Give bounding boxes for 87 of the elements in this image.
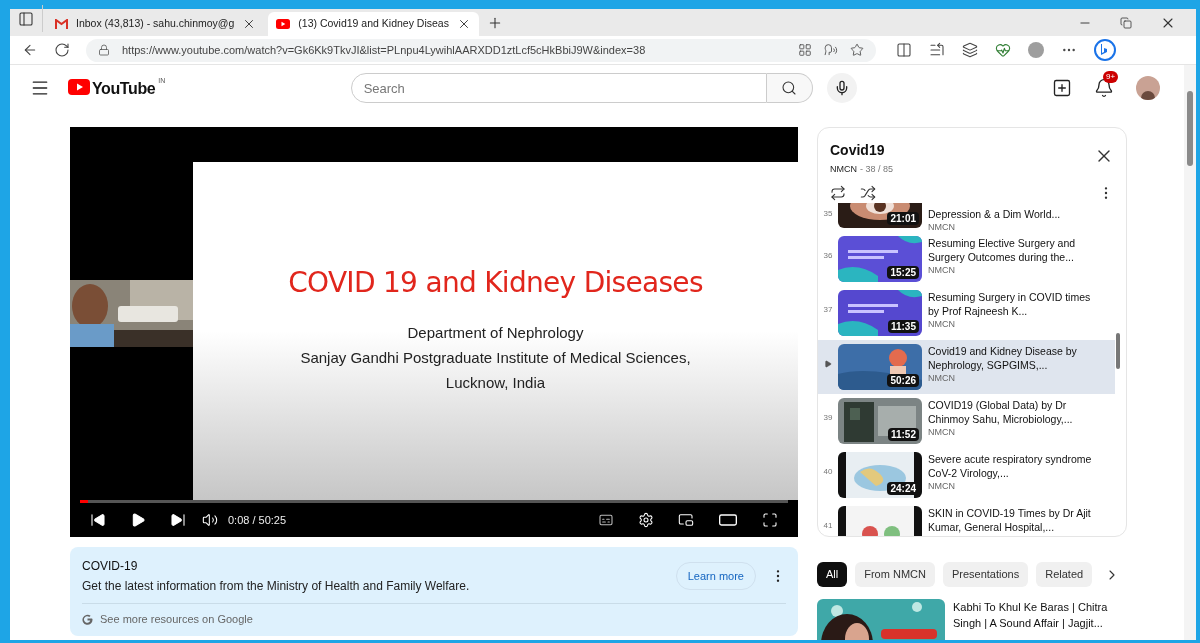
item-number: 35 — [823, 207, 833, 220]
channel-name: NMCN — [928, 479, 956, 493]
slide-text: Sanjay Gandhi Postgraduate Institute of Medical Sciences, — [300, 348, 691, 368]
scrollbar-thumb[interactable] — [1187, 91, 1193, 166]
settings-icon[interactable] — [638, 512, 654, 528]
search-icon — [781, 80, 798, 96]
avatar[interactable] — [1136, 76, 1160, 100]
back-icon[interactable] — [22, 42, 38, 58]
slide-text: Department of Nephrology — [407, 323, 584, 343]
playlist-item[interactable]: 36 15:25 Resuming Elective Surgery and Surgery Outcomes during the... NMCN — [818, 231, 1115, 286]
channel-name: NMCN — [928, 263, 956, 277]
resources-link[interactable]: See more resources on Google — [100, 611, 253, 628]
create-icon[interactable] — [1052, 78, 1072, 98]
item-number: 40 — [823, 465, 833, 478]
address-field[interactable]: https://www.youtube.com/watch?v=Gk6Kk9TkvJI&list=PLnpu4LywihlAARXDD1ztLcf5cHkBbiJ9W&index=38 — [86, 38, 876, 62]
scrollbar-thumb[interactable] — [1116, 332, 1120, 369]
favorite-star-icon[interactable] — [850, 43, 864, 57]
apps-icon[interactable] — [798, 43, 812, 57]
video-title: Severe acute respiratory syndrome CoV-2 Virology,... — [928, 451, 1093, 480]
panel-text: Get the latest information from the Ministry of Health and Family Welfare. — [82, 578, 471, 595]
copilot-icon[interactable] — [1094, 39, 1116, 61]
playlist-channel[interactable]: NMCN — [830, 163, 857, 177]
filter-chip[interactable]: From NMCN — [855, 562, 935, 587]
url-text: https://www.youtube.com/watch?v=Gk6Kk9TkvJI&list=PLnpu4LywihlAARXDD1ztLcf5cHkBbiJ9W&index=38 — [122, 42, 646, 58]
playlist-item[interactable]: 35 21:01 Depression & a Dim World... NMCN — [818, 202, 1115, 232]
play-logo-icon — [276, 19, 291, 29]
channel-name: NMCN — [928, 425, 956, 439]
shuffle-icon[interactable] — [860, 184, 876, 201]
progress-track[interactable] — [80, 500, 788, 503]
miniplayer-icon[interactable] — [678, 512, 694, 528]
favorites-icon[interactable] — [929, 42, 945, 58]
lock-icon — [98, 44, 110, 56]
video-title: SKIN in COVID-19 Times by Dr Ajit Kumar, General Hospital,... — [928, 505, 1092, 534]
voice-search-button[interactable] — [826, 73, 857, 103]
slide-text: Lucknow, India — [445, 373, 546, 393]
filter-chip[interactable]: All — [817, 562, 848, 587]
notification-count: 9+ — [1103, 71, 1119, 83]
item-number: 36 — [823, 249, 833, 262]
playing-icon — [824, 359, 832, 368]
browser-tab[interactable]: (13) Covid19 and Kidney Diseas — [268, 12, 479, 36]
search-field[interactable]: Search — [350, 73, 767, 103]
health-icon[interactable] — [995, 42, 1011, 58]
slide-title: COVID 19 and Kidney Diseases — [288, 266, 703, 300]
refresh-icon[interactable] — [54, 42, 70, 58]
channel-name: NMCN — [928, 220, 956, 234]
google-icon — [82, 613, 93, 625]
playlist-position: - 38 / 85 — [860, 163, 894, 176]
playlist-item[interactable]: 37 11:35 Resuming Surgery in COVID times by Prof Rajneesh K... NMCN — [818, 285, 1115, 340]
playlist-item[interactable]: 40 24:24 Severe acute respiratory syndrome CoV-2 Virology,... NMCN — [818, 447, 1115, 502]
item-number: 37 — [823, 303, 833, 316]
filter-chip[interactable]: Related — [1036, 562, 1093, 587]
play-icon[interactable] — [130, 512, 146, 528]
volume-icon[interactable] — [202, 512, 218, 528]
captions-icon[interactable] — [598, 512, 614, 528]
tab-actions-icon[interactable] — [18, 10, 34, 27]
tab-title: Inbox (43,813) - sahu.chinmoy@g — [76, 16, 235, 32]
panel-title: COVID-19 — [82, 558, 139, 575]
video-title: Depression & a Dim World... — [928, 206, 1062, 221]
search-button[interactable] — [766, 73, 813, 103]
item-number: 41 — [823, 519, 833, 532]
split-screen-icon[interactable] — [896, 42, 912, 58]
video-title: Covid19 and Kidney Disease by Nephrology, SGPGIMS,... — [928, 343, 1078, 372]
video-title[interactable]: Kabhi To Khul Ke Baras | Chitra Singh | A Sound Affair | Jagjit... — [953, 599, 1118, 640]
filter-chip[interactable]: Presentations — [942, 562, 1029, 587]
tab-title: (13) Covid19 and Kidney Diseas — [298, 16, 449, 32]
next-icon[interactable] — [170, 512, 186, 528]
collections-icon[interactable] — [962, 42, 978, 58]
previous-icon[interactable] — [90, 512, 106, 528]
playlist-item[interactable]: 39 11:52 COVID19 (Global Data) by Dr Chinmoy Sahu, Microbiology,... NMCN — [818, 393, 1115, 448]
playlist-item[interactable]: 41 SKIN in COVID-19 Times by Dr Ajit Kumar, General Hospital,... — [818, 501, 1115, 536]
item-number: 39 — [823, 411, 833, 424]
video-title: Resuming Surgery in COVID times by Prof Rajneesh K... — [928, 289, 1092, 318]
time-display: 0:08 / 50:25 — [228, 512, 287, 528]
notifications-icon[interactable] — [1094, 78, 1114, 98]
repeat-icon[interactable] — [830, 184, 846, 201]
profile-avatar[interactable] — [1028, 42, 1044, 58]
channel-name: NMCN — [928, 371, 956, 385]
playlist-item[interactable]: 50:26 Covid19 and Kidney Disease by Nephrology, SGPGIMS,... NMCN — [818, 339, 1115, 394]
read-aloud-icon[interactable] — [824, 43, 838, 57]
playlist-title: Covid19 — [830, 141, 886, 160]
channel-name: NMCN — [928, 317, 956, 331]
browser-tab[interactable]: Inbox (43,813) - sahu.chinmoy@g — [47, 12, 265, 36]
fullscreen-icon[interactable] — [762, 512, 778, 528]
restore-icon[interactable] — [1120, 16, 1132, 29]
video-player[interactable]: COVID 19 and Kidney Diseases Department of Nephrology Sanjay Gandhi Postgraduate Institute of Medical Sciences, Lucknow, India 0:08 / 50:25 — [70, 127, 798, 537]
video-title: Resuming Elective Surgery and Surgery Outcomes during the... — [928, 235, 1077, 264]
video-title: COVID19 (Global Data) by Dr Chinmoy Sahu, Microbiology,... — [928, 397, 1074, 426]
